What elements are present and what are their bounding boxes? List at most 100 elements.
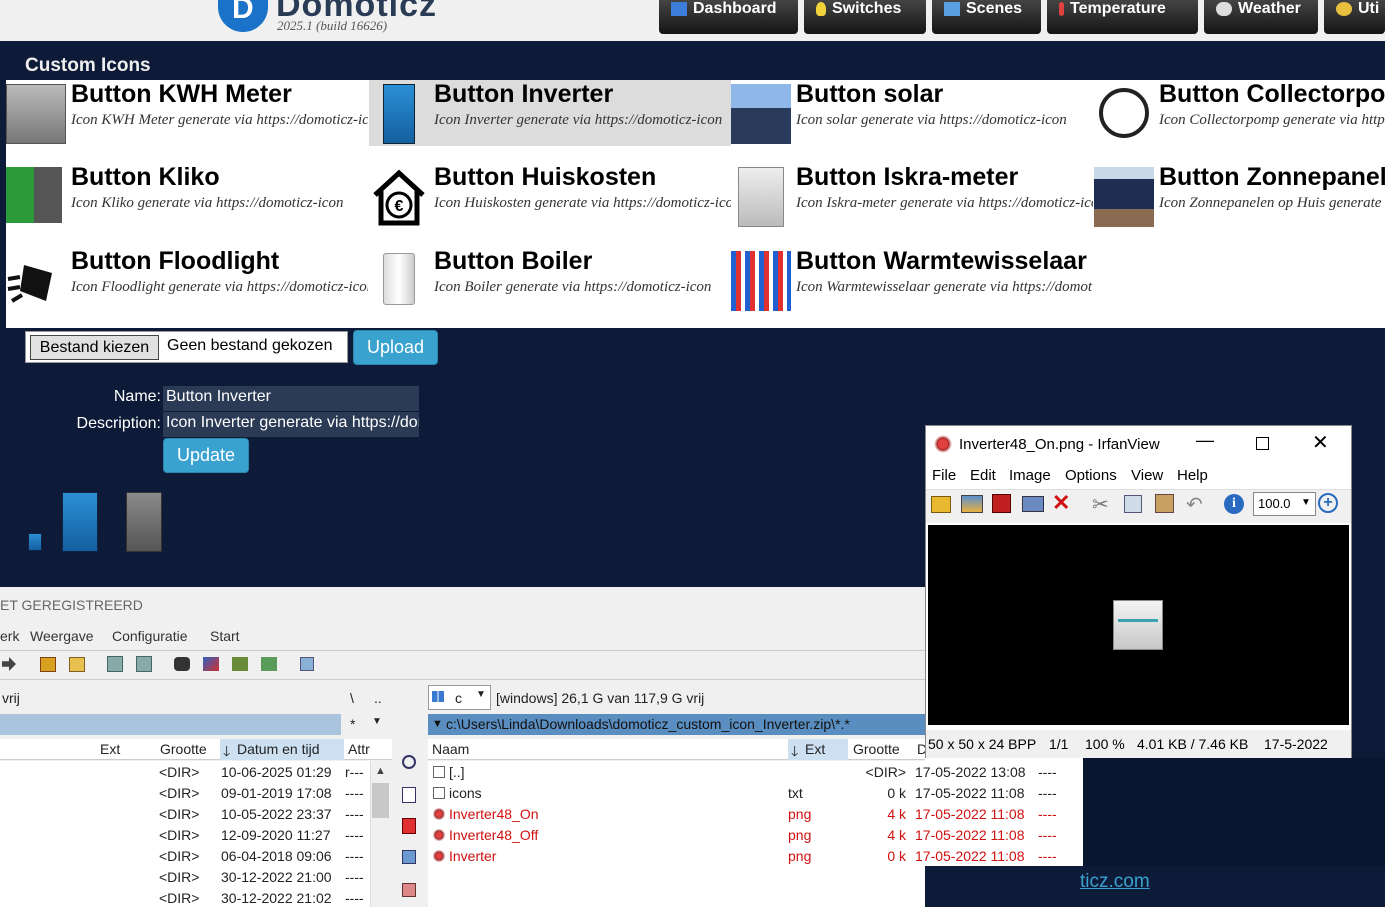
nav-switches[interactable]: Switches xyxy=(804,0,926,34)
url-icon[interactable] xyxy=(136,656,152,672)
col-date[interactable]: D xyxy=(917,741,925,757)
name-field[interactable]: Button Inverter xyxy=(163,386,419,411)
status-page: 1/1 xyxy=(1049,736,1069,752)
info-icon[interactable]: i xyxy=(1224,494,1244,514)
package-icon[interactable] xyxy=(40,657,56,672)
undo-icon[interactable]: ↶ xyxy=(1186,492,1203,516)
col-ext[interactable]: Ext xyxy=(805,741,825,757)
icon-tile-boiler[interactable]: Button Boiler Icon Boiler generate via h… xyxy=(369,247,731,313)
right-row-attr: ---- xyxy=(1038,806,1057,822)
sync-icon[interactable] xyxy=(232,657,248,671)
drive-letter: c xyxy=(455,690,462,706)
menu-configuratie[interactable]: Configuratie xyxy=(112,628,188,644)
menu-weergave[interactable]: Weergave xyxy=(30,628,94,644)
parent-button[interactable]: .. xyxy=(374,690,382,706)
description-field[interactable]: Icon Inverter generate via https://domot… xyxy=(163,412,419,437)
copy-icon[interactable] xyxy=(1124,495,1142,513)
col-size[interactable]: Grootte xyxy=(160,741,207,757)
nav-dashboard[interactable]: Dashboard xyxy=(659,0,798,34)
nav-utility[interactable]: Uti xyxy=(1324,0,1385,34)
edit-icon[interactable] xyxy=(402,787,416,803)
close-button[interactable]: ✕ xyxy=(1312,430,1329,455)
col-ext[interactable]: Ext xyxy=(100,741,120,757)
menu-view[interactable]: View xyxy=(1131,467,1163,484)
left-filter[interactable]: * xyxy=(350,716,355,732)
icon-tile-collectorpomp[interactable]: Button Collectorpomp Icon Collectorpomp … xyxy=(1094,80,1385,146)
drive-dropdown-icon[interactable]: ▼ xyxy=(476,689,486,700)
paste-icon[interactable] xyxy=(1155,494,1174,513)
menu-item[interactable]: erk xyxy=(0,628,19,644)
filter-dropdown-icon[interactable]: ▼ xyxy=(372,716,382,727)
slideshow-icon[interactable] xyxy=(961,495,983,513)
nav-weather[interactable]: Weather xyxy=(1204,0,1318,34)
print-icon[interactable] xyxy=(1022,496,1044,512)
zoom-in-icon[interactable]: + xyxy=(1318,493,1338,513)
bin-icon xyxy=(6,167,62,223)
col-date[interactable]: Datum en tijd xyxy=(237,741,319,757)
ftp-icon[interactable] xyxy=(107,656,123,672)
icon-tile-kwh-meter[interactable]: Button KWH Meter Icon KWH Meter generate… xyxy=(6,80,368,146)
col-attr[interactable]: Attr xyxy=(348,741,370,757)
status-date: 17-5-2022 xyxy=(1264,736,1328,752)
root-button[interactable]: \ xyxy=(350,690,354,706)
right-row-name[interactable]: [..] xyxy=(449,764,465,780)
rename-icon[interactable] xyxy=(203,657,219,671)
minimize-button[interactable]: — xyxy=(1196,430,1214,451)
left-path-bar[interactable] xyxy=(0,714,341,735)
pdf-icon[interactable] xyxy=(402,818,416,834)
icon-tile-kliko[interactable]: Button Kliko Icon Kliko generate via htt… xyxy=(6,163,368,229)
col-size[interactable]: Grootte xyxy=(853,741,900,757)
menu-file[interactable]: File xyxy=(932,467,956,484)
right-row-name[interactable]: Inverter48_Off xyxy=(449,827,538,843)
icon-tile-warmtewisselaar[interactable]: Button Warmtewisselaar Icon Warmtewissel… xyxy=(731,247,1093,313)
scrollbar-thumb[interactable] xyxy=(372,783,389,818)
open-icon[interactable] xyxy=(931,496,951,513)
view-icon[interactable] xyxy=(402,755,416,769)
cut-icon[interactable]: ✂ xyxy=(1092,492,1109,516)
menu-options[interactable]: Options xyxy=(1065,467,1117,484)
right-row-date: 17-05-2022 11:08 xyxy=(915,848,1025,864)
upload-button[interactable]: Upload xyxy=(353,330,438,365)
icon-tile-huiskosten[interactable]: € Button Huiskosten Icon Huiskosten gene… xyxy=(369,163,731,229)
col-name[interactable]: Naam xyxy=(432,741,469,757)
footer-link[interactable]: ticz.com xyxy=(1080,871,1150,893)
update-button[interactable]: Update xyxy=(163,438,249,473)
nav-utility-label: Uti xyxy=(1358,0,1380,17)
tile-name: Button Zonnepanelen xyxy=(1159,163,1385,191)
scroll-up-icon[interactable]: ▲ xyxy=(375,765,386,777)
delete-icon[interactable]: ✕ xyxy=(1052,490,1070,516)
menu-help[interactable]: Help xyxy=(1177,467,1208,484)
icon-tile-solar[interactable]: Button solar Icon solar generate via htt… xyxy=(731,80,1093,146)
copy-icon[interactable] xyxy=(402,850,416,864)
right-row-name[interactable]: Inverter xyxy=(449,848,496,864)
tile-name: Button KWH Meter xyxy=(71,80,292,108)
right-row-attr: ---- xyxy=(1038,827,1057,843)
nav-temperature[interactable]: Temperature xyxy=(1047,0,1198,34)
maximize-button[interactable] xyxy=(1256,437,1269,450)
icon-tile-inverter[interactable]: Button Inverter Icon Inverter generate v… xyxy=(369,80,731,146)
zoom-dropdown-icon[interactable]: ▼ xyxy=(1301,497,1311,508)
choose-file-button[interactable]: Bestand kiezen xyxy=(30,335,159,360)
right-row-attr: ---- xyxy=(1038,848,1057,864)
menu-start[interactable]: Start xyxy=(210,628,240,644)
save-icon[interactable] xyxy=(992,494,1011,513)
unpack-icon[interactable] xyxy=(69,657,85,672)
menu-edit[interactable]: Edit xyxy=(970,467,996,484)
right-row-size: <DIR> xyxy=(865,764,906,780)
cloud-icon xyxy=(1216,2,1232,16)
nav-scenes[interactable]: Scenes xyxy=(932,0,1041,34)
notepad-icon[interactable] xyxy=(300,657,314,671)
compare-icon[interactable] xyxy=(261,657,277,671)
move-icon[interactable] xyxy=(402,883,416,897)
path-dropdown-icon[interactable]: ▼ xyxy=(432,718,443,730)
right-row-name[interactable]: Inverter48_On xyxy=(449,806,539,822)
left-row-attr: ---- xyxy=(345,806,364,822)
status-bar: 50 x 50 x 24 BPP 1/1 100 % 4.01 KB / 7.4… xyxy=(926,730,1351,758)
icon-tile-iskra-meter[interactable]: Button Iskra-meter Icon Iskra-meter gene… xyxy=(731,163,1093,229)
icon-tile-floodlight[interactable]: Button Floodlight Icon Floodlight genera… xyxy=(6,247,368,313)
menu-image[interactable]: Image xyxy=(1009,467,1051,484)
binoculars-icon[interactable] xyxy=(174,657,190,671)
image-canvas[interactable] xyxy=(928,525,1349,725)
icon-tile-zonnepanelen[interactable]: Button Zonnepanelen Icon Zonnepanelen op… xyxy=(1094,163,1385,229)
right-row-name[interactable]: icons xyxy=(449,785,482,801)
